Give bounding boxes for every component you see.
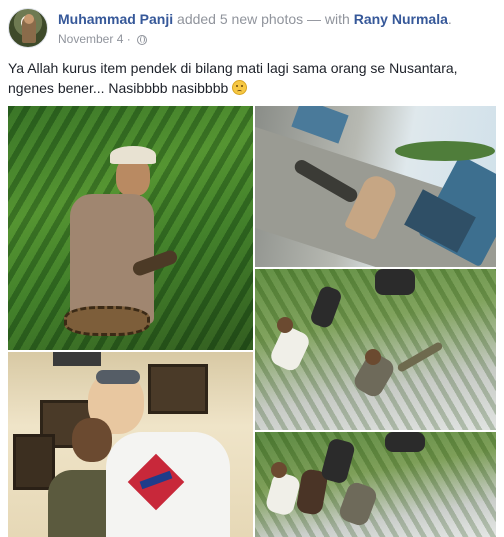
with-text: — with [307,11,350,27]
post-headline: Muhammad Panji added 5 new photos — with… [58,11,452,27]
author-avatar[interactable] [8,8,48,48]
post-meta: November 4 · [58,32,148,46]
meta-separator: · [126,32,131,46]
photo-3[interactable] [8,352,253,537]
photo-2[interactable] [255,106,496,267]
photo-1[interactable] [8,106,253,350]
sad-face-emoji-icon [232,80,248,95]
photo-5[interactable] [255,432,496,537]
globe-icon[interactable] [137,35,148,45]
post-action-text: added 5 new photos [177,11,304,27]
author-name-link[interactable]: Muhammad Panji [58,11,173,27]
post-header: Muhammad Panji added 5 new photos — with… [8,8,498,52]
photo-4[interactable] [255,269,496,430]
post-message: Ya Allah kurus item pendek di bilang mat… [8,58,498,98]
post-date-link[interactable]: November 4 [58,32,123,46]
tagged-person-link[interactable]: Rany Nurmala [354,11,448,27]
